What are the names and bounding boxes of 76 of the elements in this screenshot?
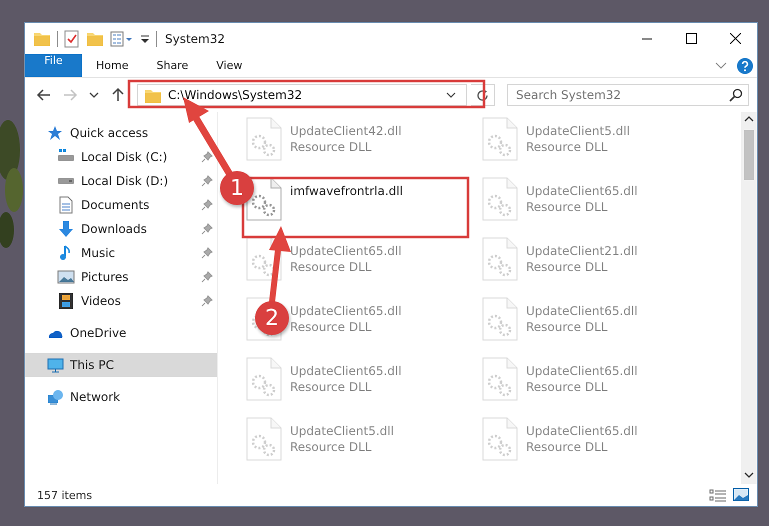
nav-item[interactable]: Downloads — [25, 217, 217, 241]
ribbon-tab[interactable]: View — [202, 54, 256, 77]
film-icon — [57, 292, 75, 310]
gear-file-icon — [244, 416, 284, 462]
gear-file-icon — [480, 296, 520, 342]
pin-icon[interactable] — [201, 223, 213, 235]
gear-file-icon — [480, 116, 520, 162]
details-view-button[interactable] — [709, 488, 727, 502]
gear-file-icon — [244, 116, 284, 162]
file-name[interactable]: imfwavefrontrla.dll — [290, 184, 403, 198]
gear-file-icon — [480, 356, 520, 402]
maximize-icon — [686, 33, 696, 44]
chevron-down-icon — [89, 92, 99, 98]
large-icons-view-button[interactable] — [733, 488, 749, 502]
caret-icon[interactable] — [140, 34, 150, 44]
file-type: Resource DLL — [290, 140, 372, 154]
gear-file-icon — [244, 236, 284, 282]
nav-item[interactable]: Quick access — [25, 121, 217, 145]
help-icon[interactable] — [737, 58, 753, 74]
view-dropdown-icon[interactable] — [110, 30, 134, 46]
nav-item[interactable]: Music — [25, 241, 217, 265]
pin-icon[interactable] — [201, 247, 213, 259]
gear-file-icon — [480, 416, 520, 462]
file-type: Resource DLL — [290, 260, 372, 274]
nav-item[interactable]: Documents — [25, 193, 217, 217]
chevron-down-icon[interactable] — [446, 92, 456, 98]
pin-icon[interactable] — [201, 175, 213, 187]
scrollbar[interactable] — [741, 112, 757, 484]
picture-icon — [733, 488, 749, 501]
file-type: Resource DLL — [290, 380, 372, 394]
checklist-icon[interactable] — [64, 30, 80, 48]
nav-item[interactable]: Network — [25, 385, 217, 409]
search-icon[interactable] — [729, 88, 743, 102]
network-icon — [47, 389, 64, 405]
file-type: Resource DLL — [526, 440, 608, 454]
star-icon — [47, 125, 64, 141]
monitor-icon — [47, 357, 64, 373]
up-arrow-icon — [111, 87, 125, 103]
gear-file-icon — [244, 356, 284, 402]
search-field[interactable]: Search System32 — [507, 84, 749, 106]
gear-file-icon — [480, 176, 520, 222]
file-type: Resource DLL — [290, 320, 372, 334]
nav-item[interactable]: OneDrive — [25, 321, 217, 345]
file-type: Resource DLL — [526, 380, 608, 394]
pin-icon[interactable] — [201, 151, 213, 163]
forward-arrow-icon — [62, 88, 78, 102]
refresh-icon — [476, 88, 489, 102]
drive-icon — [57, 177, 75, 185]
address-bar[interactable]: C:\Windows\System32 — [137, 84, 467, 106]
close-icon — [730, 33, 740, 44]
window-title: System32 — [165, 32, 226, 46]
back-arrow-icon — [36, 88, 52, 102]
ribbon-tab[interactable]: Home — [82, 54, 142, 77]
document-icon — [57, 196, 75, 214]
download-arrow-icon — [57, 220, 75, 238]
nav-item[interactable]: Local Disk (D:) — [25, 169, 217, 193]
address-path: C:\Windows\System32 — [168, 88, 304, 102]
pin-icon[interactable] — [201, 199, 213, 211]
gear-file-icon — [480, 236, 520, 282]
item-count: 157 items — [37, 488, 92, 502]
nav-item[interactable]: Local Disk (C:) — [25, 145, 217, 169]
picture-icon — [57, 268, 75, 286]
file-menu-tab[interactable]: File — [25, 54, 82, 77]
file-type: Resource DLL — [526, 320, 608, 334]
file-type: Resource DLL — [526, 260, 608, 274]
pin-icon[interactable] — [201, 295, 213, 307]
file-type: Resource DLL — [290, 440, 372, 454]
nav-item[interactable]: Videos — [25, 289, 217, 313]
scrollbar-thumb[interactable] — [744, 130, 754, 180]
nav-item[interactable]: Pictures — [25, 265, 217, 289]
nav-item[interactable]: This PC — [25, 353, 217, 377]
file-type: Resource DLL — [526, 140, 608, 154]
ribbon-tab[interactable]: Share — [142, 54, 202, 77]
file-type: Resource DLL — [526, 200, 608, 214]
pin-icon[interactable] — [201, 271, 213, 283]
details-view-icon — [709, 488, 727, 502]
